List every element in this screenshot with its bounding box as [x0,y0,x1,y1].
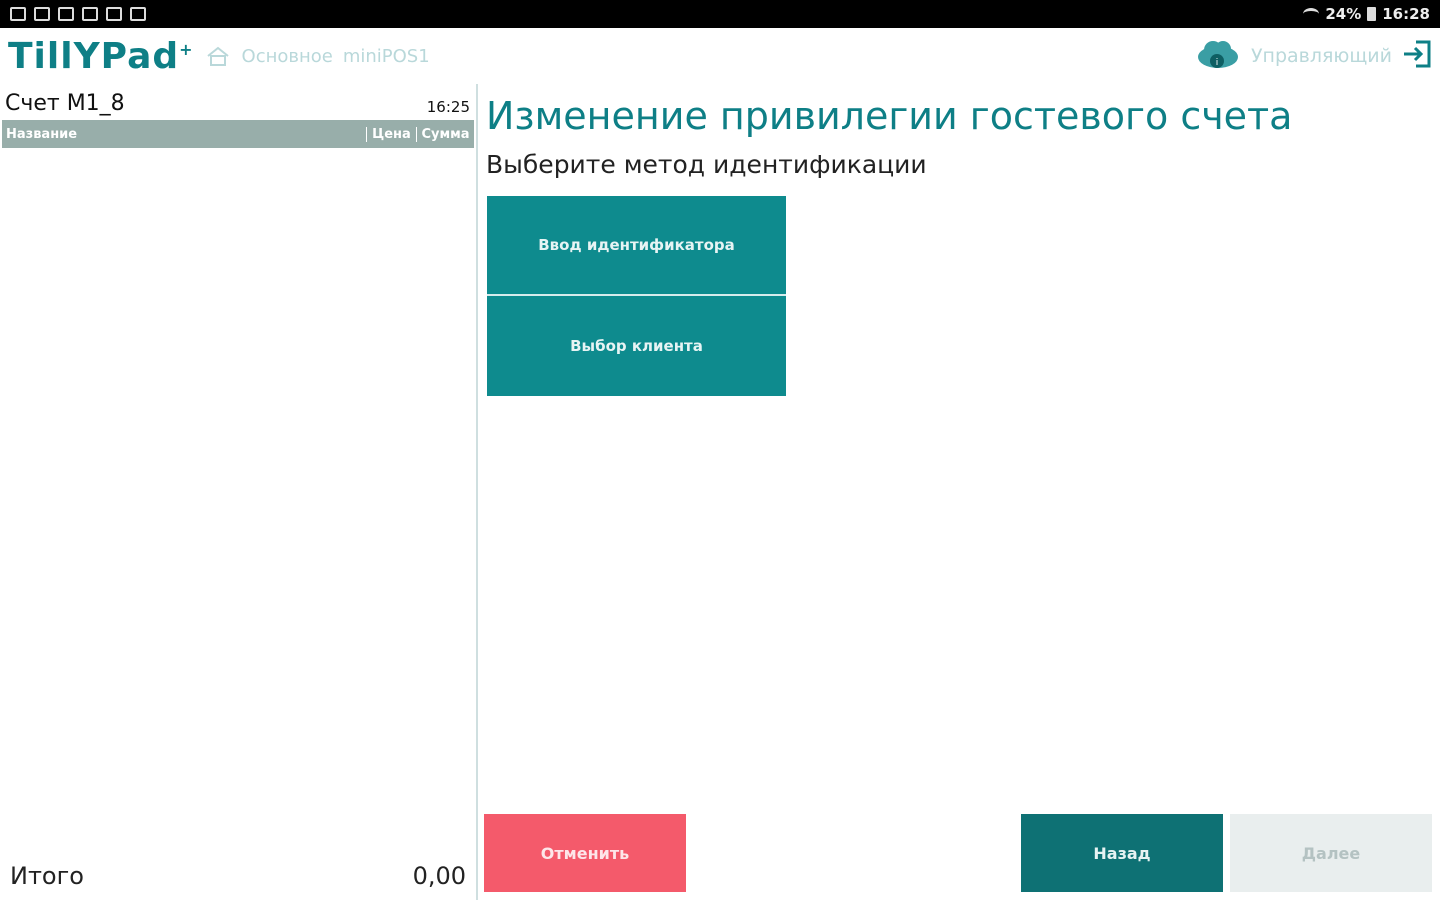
svg-text:i: i [1216,58,1219,68]
column-price: Цена [366,126,416,142]
pos-icon [106,7,122,21]
breadcrumb-item[interactable]: Основное [242,46,333,67]
battery-icon [1367,7,1377,21]
bill-table-header: Название Цена Сумма [2,120,474,148]
logout-icon[interactable] [1402,39,1432,73]
enter-identifier-button[interactable]: Ввод идентификатора [487,196,786,296]
current-user[interactable]: Управляющий [1251,45,1392,67]
breadcrumb-item[interactable]: miniPOS1 [343,46,430,67]
wifi-icon [1303,8,1320,20]
bill-title: Счет М1_8 [5,91,125,116]
notification-icons [10,7,146,21]
cancel-button[interactable]: Отменить [484,814,686,892]
main-panel: Изменение привилегии гостевого счета Выб… [484,84,1440,900]
back-button[interactable]: Назад [1021,814,1223,892]
bill-time: 16:25 [426,98,470,116]
pos-icon [58,7,74,21]
battery-level: 24% [1325,5,1362,23]
page-subtitle: Выберите метод идентификации [486,150,927,179]
home-icon[interactable] [206,45,230,67]
app-bar: TillYPad+ Основное miniPOS1 i Управляющи… [0,28,1440,84]
next-button[interactable]: Далее [1230,814,1432,892]
system-tray: 24% 16:28 [1303,5,1430,23]
page-title: Изменение привилегии гостевого счета [486,94,1293,138]
image-icon [34,7,50,21]
tillypad-logo: TillYPad+ [8,35,194,77]
cloud-sync-icon[interactable]: i [1195,37,1241,75]
total-label: Итого [10,862,84,890]
download-icon [10,7,26,21]
bill-panel: Счет М1_8 16:25 Название Цена Сумма Итог… [0,84,478,900]
column-name: Название [6,126,78,142]
select-client-button[interactable]: Выбор клиента [487,296,786,396]
total-value: 0,00 [412,862,466,890]
image-icon [130,7,146,21]
clock: 16:28 [1382,5,1430,23]
identification-methods: Ввод идентификатора Выбор клиента [487,196,786,396]
bill-total: Итого 0,00 [0,862,476,890]
breadcrumb: Основное miniPOS1 [242,46,430,67]
status-bar: 24% 16:28 [0,0,1440,28]
column-sum: Сумма [416,126,474,142]
pos-icon [82,7,98,21]
